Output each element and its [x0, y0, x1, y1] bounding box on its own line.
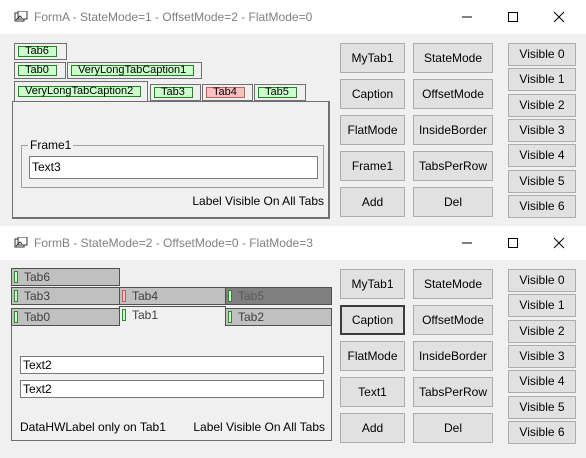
visible-5-button[interactable]: Visible 5	[508, 170, 576, 193]
tab-indicator	[122, 309, 126, 321]
visible-1-button[interactable]: Visible 1	[508, 68, 576, 91]
del-button[interactable]: Del	[413, 413, 493, 443]
tabsperrow-button[interactable]: TabsPerRow	[413, 151, 493, 181]
tab-3[interactable]: Tab3	[11, 287, 120, 305]
del-button[interactable]: Del	[413, 187, 493, 217]
frame1: Frame1 Text3	[21, 138, 324, 188]
minimize-button[interactable]	[444, 0, 490, 34]
minimize-button[interactable]	[444, 226, 490, 260]
visible-4-button[interactable]: Visible 4	[508, 144, 576, 167]
app-icon	[14, 11, 28, 22]
maximize-button[interactable]	[490, 226, 536, 260]
visible-0-button[interactable]: Visible 0	[508, 269, 576, 292]
tab-caption: Tab4	[132, 289, 159, 303]
caption-button[interactable]: Caption	[340, 305, 405, 335]
tab-indicator	[14, 311, 18, 323]
frame1-button[interactable]: Frame1	[340, 151, 405, 181]
form-b-title: FormB - StateMode=2 - OffsetMode=0 - Fla…	[34, 236, 313, 250]
label-visible-all-tabs: Label Visible On All Tabs	[192, 194, 324, 208]
tab-indicator	[228, 311, 232, 323]
tab-caption: Tab3	[24, 289, 51, 303]
tab-caption: VeryLongTabCaption2	[18, 86, 142, 97]
tab-1[interactable]: Tab1	[119, 306, 226, 326]
tab-0[interactable]: Tab0	[11, 308, 120, 326]
text1-button[interactable]: Text1	[340, 377, 405, 407]
tab-caption: Tab5	[258, 87, 297, 98]
tab-indicator	[14, 290, 18, 302]
caption-button[interactable]: Caption	[340, 79, 405, 109]
label-visible-all-tabs: Label Visible On All Tabs	[193, 420, 325, 434]
text3-input[interactable]: Text3	[29, 156, 318, 179]
tab-indicator	[14, 271, 18, 283]
maximize-button[interactable]	[490, 0, 536, 34]
tab-2[interactable]: Tab2	[225, 308, 332, 326]
offsetmode-button[interactable]: OffsetMode	[413, 79, 493, 109]
form-a-window: FormA - StateMode=1 - OffsetMode=2 - Fla…	[0, 0, 586, 230]
visible-3-button[interactable]: Visible 3	[508, 119, 576, 142]
tab-caption: Tab6	[24, 270, 51, 284]
tab-caption: Tab6	[18, 46, 57, 57]
tab-very-long-caption-2[interactable]: VeryLongTabCaption2	[14, 81, 148, 102]
tab-5[interactable]: Tab5	[254, 84, 306, 101]
tab-4[interactable]: Tab4	[119, 287, 226, 305]
tabsperrow-button[interactable]: TabsPerRow	[413, 377, 493, 407]
text2-input-1[interactable]: Text2	[20, 356, 324, 374]
form-b-window: FormB - StateMode=2 - OffsetMode=0 - Fla…	[0, 226, 586, 458]
tab-caption: Tab0	[18, 65, 57, 76]
add-button[interactable]: Add	[340, 187, 405, 217]
tab-5[interactable]: Tab5	[225, 287, 332, 305]
tab-caption: Tab2	[238, 310, 265, 324]
datahwlabel-tab1: DataHWLabel only on Tab1	[20, 420, 166, 434]
visible-0-button[interactable]: Visible 0	[508, 43, 576, 66]
visible-2-button[interactable]: Visible 2	[508, 94, 576, 117]
tab-caption: VeryLongTabCaption1	[71, 65, 195, 76]
tab-indicator	[228, 290, 232, 302]
tab-3[interactable]: Tab3	[150, 84, 201, 101]
maximize-icon	[508, 238, 518, 248]
insideborder-button[interactable]: InsideBorder	[413, 115, 493, 145]
mytab1-button[interactable]: MyTab1	[340, 43, 405, 73]
minimize-icon	[462, 242, 472, 244]
tab-panel: Frame1 Text3 Label Visible On All Tabs	[12, 101, 330, 219]
close-icon	[553, 237, 565, 249]
visible-5-button[interactable]: Visible 5	[508, 396, 576, 419]
close-button[interactable]	[536, 0, 582, 34]
visible-3-button[interactable]: Visible 3	[508, 345, 576, 368]
close-icon	[553, 11, 565, 23]
tab-6[interactable]: Tab6	[14, 43, 67, 60]
visible-4-button[interactable]: Visible 4	[508, 370, 576, 393]
visible-2-button[interactable]: Visible 2	[508, 320, 576, 343]
tab-very-long-caption-1[interactable]: VeryLongTabCaption1	[67, 62, 202, 79]
statemode-button[interactable]: StateMode	[413, 43, 493, 73]
tab-panel: Text2 Text2 DataHWLabel only on Tab1 Lab…	[11, 325, 332, 441]
tab-indicator	[122, 290, 126, 302]
statemode-button[interactable]: StateMode	[413, 269, 493, 299]
tab-caption: Tab3	[154, 87, 193, 98]
frame-title: Frame1	[28, 138, 74, 152]
offsetmode-button[interactable]: OffsetMode	[413, 305, 493, 335]
tab-caption: Tab5	[238, 289, 265, 303]
minimize-icon	[462, 16, 472, 18]
text2-input-2[interactable]: Text2	[20, 380, 324, 398]
close-button[interactable]	[536, 226, 582, 260]
mytab1-button[interactable]: MyTab1	[340, 269, 405, 299]
tab-caption: Tab1	[132, 308, 159, 322]
tab-6[interactable]: Tab6	[11, 268, 120, 286]
tab-0[interactable]: Tab0	[14, 62, 66, 79]
form-a-title: FormA - StateMode=1 - OffsetMode=2 - Fla…	[34, 10, 313, 24]
insideborder-button[interactable]: InsideBorder	[413, 341, 493, 371]
add-button[interactable]: Add	[340, 413, 405, 443]
flatmode-button[interactable]: FlatMode	[340, 115, 405, 145]
form-a-titlebar[interactable]: FormA - StateMode=1 - OffsetMode=2 - Fla…	[0, 0, 586, 34]
tab-4[interactable]: Tab4	[202, 84, 253, 101]
app-icon	[14, 237, 28, 248]
form-b-titlebar[interactable]: FormB - StateMode=2 - OffsetMode=0 - Fla…	[0, 226, 586, 260]
maximize-icon	[508, 12, 518, 22]
tab-caption: Tab0	[24, 310, 51, 324]
flatmode-button[interactable]: FlatMode	[340, 341, 405, 371]
visible-1-button[interactable]: Visible 1	[508, 294, 576, 317]
visible-6-button[interactable]: Visible 6	[508, 195, 576, 218]
visible-6-button[interactable]: Visible 6	[508, 421, 576, 444]
tab-caption: Tab4	[206, 87, 245, 98]
